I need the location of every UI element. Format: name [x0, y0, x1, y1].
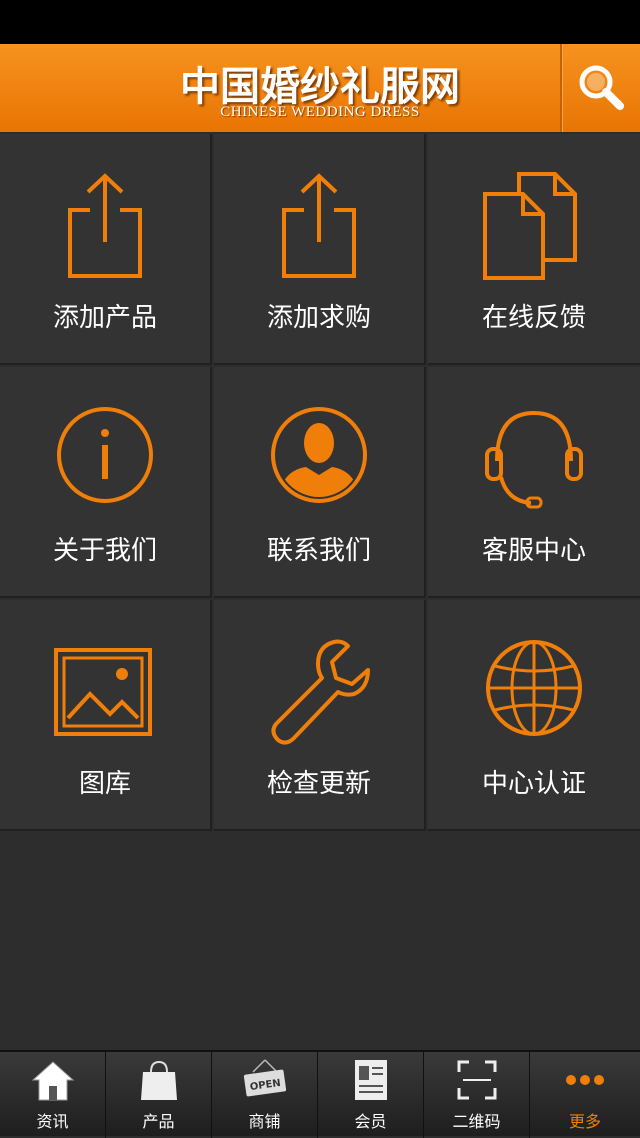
tab-more[interactable]: 更多 [530, 1052, 640, 1138]
globe-icon [486, 640, 582, 736]
grid-item-gallery[interactable]: 图库 [0, 600, 212, 831]
tab-shops[interactable]: OPEN 商铺 [212, 1052, 318, 1138]
qr-scan-icon [457, 1060, 496, 1100]
grid-item-customer-service[interactable]: 客服中心 [428, 367, 640, 598]
logo-subtitle: CHINESE WEDDING DRESS [220, 104, 420, 120]
image-icon [54, 648, 152, 736]
grid-item-label: 关于我们 [52, 536, 157, 566]
grid-item-label: 在线反馈 [481, 303, 586, 333]
tab-label: 产品 [142, 1112, 175, 1131]
grid-item-label: 客服中心 [481, 536, 586, 566]
grid-item-label: 添加求购 [266, 303, 371, 333]
grid-item-center-certification[interactable]: 中心认证 [428, 600, 640, 831]
search-icon [579, 65, 624, 110]
status-bar [0, 0, 640, 44]
tab-qr-code[interactable]: 二维码 [424, 1052, 530, 1138]
home-icon [31, 1061, 74, 1101]
tab-label: 资讯 [36, 1112, 69, 1131]
tab-news[interactable]: 资讯 [0, 1052, 106, 1138]
grid-item-add-purchase[interactable]: 添加求购 [214, 134, 426, 365]
grid-item-online-feedback[interactable]: 在线反馈 [428, 134, 640, 365]
bottom-tab-bar: 资讯 产品 OPEN 商铺 会员 二维码 更多 [0, 1050, 640, 1138]
tab-members[interactable]: 会员 [318, 1052, 424, 1138]
grid-item-contact-us[interactable]: 联系我们 [214, 367, 426, 598]
grid-item-add-product[interactable]: 添加产品 [0, 134, 212, 365]
shopping-bag-icon [140, 1060, 177, 1100]
grid-item-label: 添加产品 [52, 303, 157, 333]
empty-area [0, 832, 640, 1050]
grid-item-check-update[interactable]: 检查更新 [214, 600, 426, 831]
grid-item-label: 检查更新 [266, 769, 371, 799]
tab-label: 会员 [354, 1112, 387, 1131]
tab-label: 更多 [568, 1112, 601, 1131]
logo: 中国婚纱礼服网 CHINESE WEDDING DRESS [160, 44, 480, 132]
more-icon [566, 1075, 604, 1085]
user-icon [271, 407, 367, 503]
share-upload-icon [68, 173, 142, 278]
tab-label: 商铺 [248, 1112, 281, 1131]
documents-icon [483, 172, 577, 280]
grid-item-label: 中心认证 [481, 769, 586, 799]
tab-label: 二维码 [452, 1112, 501, 1131]
search-button[interactable] [564, 44, 640, 132]
tab-products[interactable]: 产品 [106, 1052, 212, 1138]
id-card-icon [354, 1060, 387, 1100]
share-upload-icon [282, 173, 356, 278]
info-icon [57, 407, 153, 503]
header-divider [560, 44, 563, 132]
app-header: 中国婚纱礼服网 CHINESE WEDDING DRESS [0, 44, 640, 132]
open-sign-icon: OPEN [243, 1059, 286, 1097]
wrench-icon [271, 639, 370, 745]
function-grid: 添加产品 添加求购 在线反馈 关于我们 联系我们 客服中心 图库 检查更新 中心… [0, 134, 640, 832]
grid-item-label: 图库 [78, 769, 131, 799]
headset-icon [485, 410, 583, 509]
grid-item-about-us[interactable]: 关于我们 [0, 367, 212, 598]
grid-item-label: 联系我们 [266, 536, 371, 566]
